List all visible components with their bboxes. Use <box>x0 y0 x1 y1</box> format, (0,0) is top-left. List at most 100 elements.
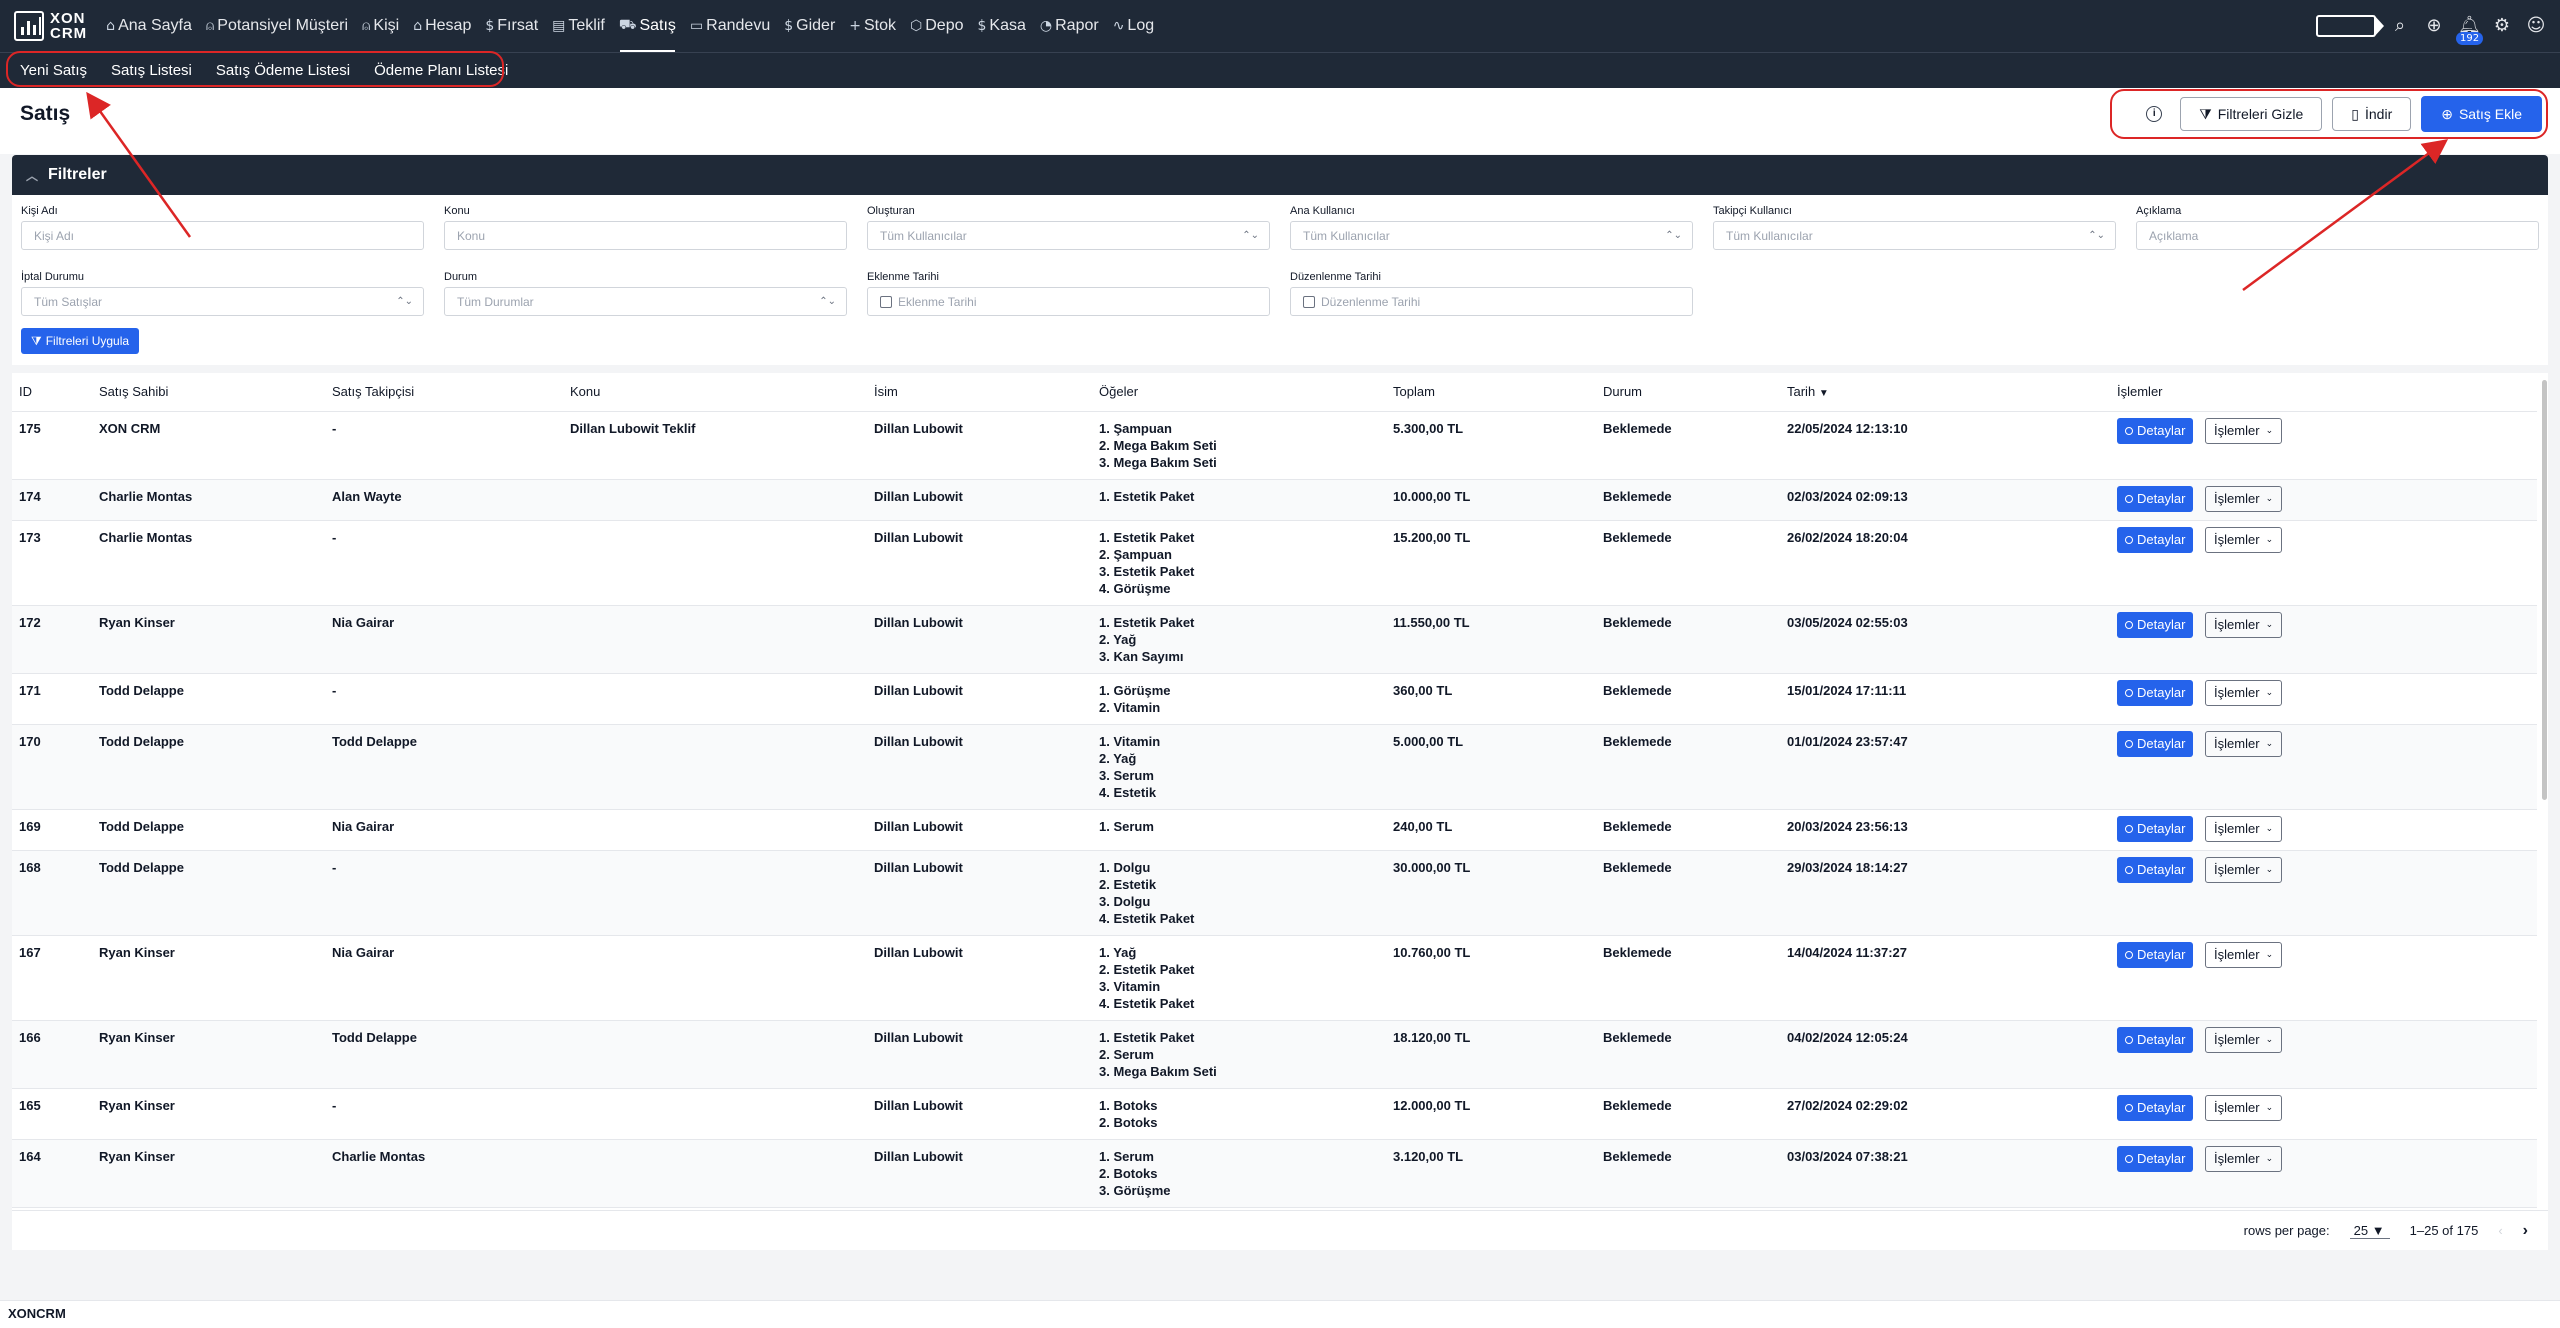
nav-icon: ⌂ <box>413 18 423 34</box>
nav-item-7[interactable]: ▭ Randevu <box>683 0 777 52</box>
details-label: Detaylar <box>2137 491 2186 506</box>
calendar-icon <box>880 295 892 308</box>
chevron-up-icon[interactable]: ︿ <box>26 167 38 184</box>
column-header[interactable]: Tarih ▼ <box>1780 373 2110 412</box>
filter-date-field[interactable]: Eklenme Tarihi <box>867 287 1270 316</box>
filter-placeholder: Tüm Kullanıcılar <box>880 228 967 243</box>
filter-select-field[interactable]: Tüm Kullanıcılar ⌃⌄ <box>867 221 1270 250</box>
rows-per-page-select[interactable]: 25 ▼ <box>2349 1223 2390 1239</box>
cell-subject <box>563 1088 867 1140</box>
navbar-actions: ⌕ ⊕ 🔔︎ 192 ⚙ ☺ <box>2316 0 2546 52</box>
cell-items: 1. Estetik Paket <box>1092 479 1386 521</box>
nav-label: Depo <box>925 17 964 34</box>
nav-item-3[interactable]: ⌂ Hesap <box>406 0 478 52</box>
filter-text-field[interactable]: Konu <box>444 221 847 250</box>
item-entry: 2. Yağ <box>1099 631 1137 647</box>
details-button[interactable]: Detaylar <box>2117 1026 2194 1053</box>
actions-dropdown[interactable]: İşlemler ⌄ <box>2205 856 2283 883</box>
cell-subject: Dillan Lubowit Teklif <box>563 411 867 480</box>
sales-table-container: ID Satış Sahibi Satış Takipçisi Konu İsim Öğe… <box>12 373 2548 1249</box>
search-icon[interactable]: ⌕ <box>2390 16 2410 36</box>
previous-page-icon[interactable]: ‹ <box>2498 1223 2502 1238</box>
filter-text-field[interactable]: Açıklama <box>2136 221 2539 250</box>
details-button[interactable]: Detaylar <box>2117 526 2194 553</box>
nav-item-0[interactable]: ⌂ Ana Sayfa <box>99 0 199 52</box>
apply-filters-button[interactable]: ⧩ Filtreleri Uygula <box>21 328 140 354</box>
cell-date: 15/01/2024 17:11:11 <box>1780 673 2110 725</box>
actions-dropdown[interactable]: İşlemler ⌄ <box>2205 679 2283 706</box>
nav-label: Gider <box>796 17 836 34</box>
column-header-label: Satış Takipçisi <box>332 384 415 400</box>
actions-dropdown[interactable]: İşlemler ⌄ <box>2205 485 2283 512</box>
sort-desc-icon[interactable]: ▼ <box>1819 388 1829 399</box>
column-header-label: Tarih <box>1787 384 1816 400</box>
nav-item-5[interactable]: ▤ Teklif <box>545 0 612 52</box>
nav-item-8[interactable]: $ Gider <box>777 0 842 52</box>
cell-id: 166 <box>12 1020 92 1089</box>
nav-item-10[interactable]: ⬡ Depo <box>903 0 970 52</box>
actions-dropdown[interactable]: İşlemler ⌄ <box>2205 941 2283 968</box>
cell-owner: Ryan Kinser <box>92 935 325 1021</box>
table-row: 175 XON CRM - Dillan Lubowit Teklif Dillan L… <box>12 411 2537 480</box>
nav-item-9[interactable]: + Stok <box>842 0 903 52</box>
item-entry: 1. Yağ <box>1099 944 1137 960</box>
nav-item-4[interactable]: $ Fırsat <box>478 0 545 52</box>
column-header: İşlemler <box>2110 373 2537 412</box>
column-header-label: Toplam <box>1393 384 1435 400</box>
nav-item-13[interactable]: ∿ Log <box>1106 0 1161 52</box>
actions-dropdown[interactable]: İşlemler ⌄ <box>2205 526 2283 553</box>
item-entry: 3. Mega Bakım Seti <box>1099 1063 1217 1079</box>
details-button[interactable]: Detaylar <box>2117 941 2194 968</box>
actions-dropdown[interactable]: İşlemler ⌄ <box>2205 1145 2283 1172</box>
details-button[interactable]: Detaylar <box>2117 856 2194 883</box>
actions-dropdown[interactable]: İşlemler ⌄ <box>2205 417 2283 444</box>
filter-placeholder: Açıklama <box>2149 228 2199 243</box>
table-scrollbar[interactable] <box>2542 380 2547 800</box>
column-header-label: Konu <box>570 384 601 400</box>
filter-select-field[interactable]: Tüm Satışlar ⌃⌄ <box>21 287 424 316</box>
details-button[interactable]: Detaylar <box>2117 1094 2194 1121</box>
details-button[interactable]: Detaylar <box>2117 611 2194 638</box>
nav-item-1[interactable]: ⍝ Potansiyel Müşteri <box>199 0 355 52</box>
add-circle-icon[interactable]: ⊕ <box>2424 16 2444 36</box>
nav-item-6[interactable]: ⛟ Satış <box>612 0 683 52</box>
bell-icon[interactable]: 🔔︎ 192 <box>2456 16 2484 45</box>
item-entry: 1. Estetik Paket <box>1099 529 1195 545</box>
gear-icon[interactable]: ⚙ <box>2492 16 2512 36</box>
details-button[interactable]: Detaylar <box>2117 815 2194 842</box>
nav-item-11[interactable]: $ Kasa <box>971 0 1033 52</box>
details-button[interactable]: Detaylar <box>2117 679 2194 706</box>
next-page-icon[interactable]: › <box>2523 1222 2528 1240</box>
filter-placeholder: Kişi Adı <box>34 228 75 243</box>
filter-select-field[interactable]: Tüm Durumlar ⌃⌄ <box>444 287 847 316</box>
nav-item-12[interactable]: ◔ Rapor <box>1033 0 1106 52</box>
filter-date-field[interactable]: Düzenlenme Tarihi <box>1290 287 1693 316</box>
actions-dropdown[interactable]: İşlemler ⌄ <box>2205 611 2283 638</box>
actions-dropdown[interactable]: İşlemler ⌄ <box>2205 815 2283 842</box>
details-button[interactable]: Detaylar <box>2117 1145 2194 1172</box>
cell-id: 168 <box>12 850 92 936</box>
flag-arrow-icon[interactable] <box>2316 15 2384 37</box>
nav-item-2[interactable]: ⍝ Kişi <box>355 0 406 52</box>
nav-icon: ◔ <box>1039 18 1053 34</box>
item-entry: 2. Vitamin <box>1099 699 1161 715</box>
cell-actions: Detaylar İşlemler ⌄ <box>2110 1088 2537 1140</box>
rows-per-page-label: rows per page: <box>2243 1223 2330 1238</box>
cell-status: Beklemede <box>1596 935 1780 1021</box>
filter-select-field[interactable]: Tüm Kullanıcılar ⌃⌄ <box>1290 221 1693 250</box>
details-button[interactable]: Detaylar <box>2117 485 2194 512</box>
actions-dropdown[interactable]: İşlemler ⌄ <box>2205 1094 2283 1121</box>
filter-select-field[interactable]: Tüm Kullanıcılar ⌃⌄ <box>1713 221 2116 250</box>
actions-dropdown[interactable]: İşlemler ⌄ <box>2205 1026 2283 1053</box>
app-logo[interactable]: XON CRM <box>14 11 87 41</box>
cell-date: 14/04/2024 11:37:27 <box>1780 935 2110 1021</box>
details-button[interactable]: Detaylar <box>2117 417 2194 444</box>
user-icon[interactable]: ☺ <box>2526 16 2546 36</box>
top-navbar: XON CRM ⌂ Ana Sayfa ⍝ Potansiyel Müşteri ⍝ Ki… <box>0 0 2560 52</box>
filters-header[interactable]: ︿ Filtreler <box>12 155 2548 195</box>
actions-dropdown[interactable]: İşlemler ⌄ <box>2205 730 2283 757</box>
filters-title: Filtreler <box>48 166 107 183</box>
filter-text-field[interactable]: Kişi Adı <box>21 221 424 250</box>
table-row: 168 Todd Delappe - Dillan Lubowit 1. Dolgu 2.… <box>12 850 2537 936</box>
details-button[interactable]: Detaylar <box>2117 730 2194 757</box>
